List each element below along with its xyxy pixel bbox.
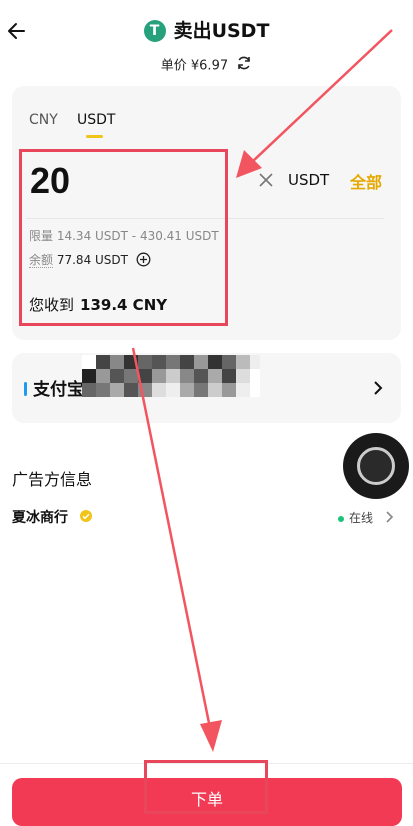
payment-method-label: 支付宝 xyxy=(33,380,84,400)
amount-unit: USDT xyxy=(288,171,330,189)
active-tab-indicator xyxy=(86,135,103,138)
clear-icon[interactable] xyxy=(258,172,274,188)
tab-cny[interactable]: CNY xyxy=(29,112,58,128)
annotation-highlight-box xyxy=(19,149,228,326)
online-dot-icon xyxy=(338,515,344,522)
verified-badge-icon xyxy=(79,509,93,527)
refresh-icon[interactable] xyxy=(236,55,252,77)
all-button[interactable]: 全部 xyxy=(350,169,382,193)
page-title-text: 卖出USDT xyxy=(173,20,270,42)
tab-usdt[interactable]: USDT xyxy=(77,112,115,128)
annotation-highlight-box xyxy=(144,760,268,814)
merchant-name: 夏冰商行 xyxy=(12,510,68,526)
online-status-text: 在线 xyxy=(349,511,374,525)
tether-logo-icon: T xyxy=(143,20,166,42)
merchant-chevron-icon[interactable] xyxy=(385,509,395,528)
floating-button-ring-icon xyxy=(357,447,395,485)
payment-accent-bar xyxy=(24,382,27,396)
merchant-row[interactable]: 夏冰商行 xyxy=(12,507,93,527)
online-status: 在线 xyxy=(338,509,373,526)
price-label: 单价 xyxy=(160,58,187,74)
price-value: ¥6.97 xyxy=(190,58,229,74)
page-title: T 卖出USDT xyxy=(0,18,413,44)
advertiser-section-title: 广告方信息 xyxy=(12,470,93,489)
redacted-account-mosaic xyxy=(82,355,260,399)
unit-price-row: 单价 ¥6.97 xyxy=(0,55,413,74)
chevron-right-icon[interactable] xyxy=(372,380,384,400)
